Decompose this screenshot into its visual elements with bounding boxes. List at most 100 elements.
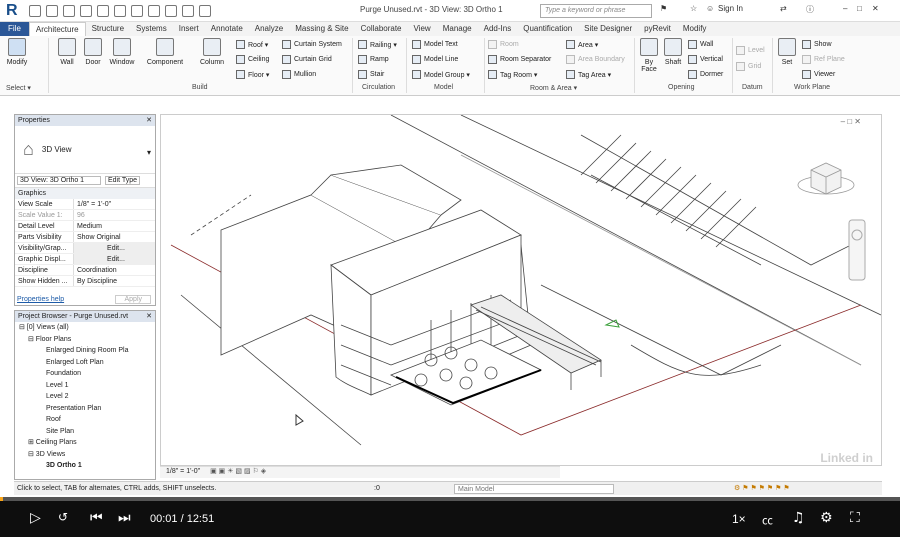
view-scale[interactable]: 1/8" = 1'-0" (166, 468, 200, 475)
close-icon[interactable]: ✕ (872, 4, 879, 13)
viewport-controls[interactable]: – □ ✕ (841, 117, 861, 126)
property-row[interactable]: Show Hidden ... By Discipline (15, 276, 155, 287)
model-line-button[interactable]: Model Line (412, 55, 458, 64)
close-icon[interactable]: ✕ (146, 115, 152, 126)
type-selector[interactable]: ⌂ 3D View ▾ (15, 126, 155, 174)
model-text-button[interactable]: Model Text (412, 40, 458, 49)
component-button[interactable]: Component (143, 38, 187, 66)
tab-site-designer[interactable]: Site Designer (578, 22, 638, 36)
browser-item[interactable]: ⊟ 3D Views (15, 449, 155, 461)
property-value[interactable]: Medium (73, 221, 155, 231)
save-icon[interactable] (46, 4, 58, 17)
star-icon[interactable]: ☆ (690, 4, 697, 13)
browser-item[interactable]: Level 2 (15, 391, 155, 403)
roof-button[interactable]: Roof ▾ (236, 40, 268, 49)
rewind-10-icon[interactable]: ↺ (58, 510, 68, 524)
redo-icon[interactable] (97, 4, 109, 17)
area-button[interactable]: Area ▾ (566, 40, 598, 49)
close-hidden-icon[interactable] (199, 4, 211, 17)
curtain-grid-button[interactable]: Curtain Grid (282, 55, 332, 64)
browser-item[interactable]: Level 1 (15, 380, 155, 392)
door-button[interactable]: Door (82, 38, 104, 66)
grid-button[interactable]: Grid (736, 62, 761, 71)
play-icon[interactable]: ▷ (30, 510, 41, 526)
view-control-icons[interactable]: ▣ ▣ ☀ ▧ ▨ ⚐ ◈ (210, 468, 266, 475)
instance-selector[interactable]: 3D View: 3D Ortho 1 (17, 176, 101, 185)
tab-modify[interactable]: Modify (677, 22, 713, 36)
property-row[interactable]: Graphic Displ... Edit... (15, 254, 155, 265)
volume-icon[interactable]: ♫ (792, 510, 805, 526)
column-button[interactable]: Column (196, 38, 228, 66)
stair-button[interactable]: Stair (358, 70, 384, 79)
open-icon[interactable] (29, 4, 41, 17)
ramp-button[interactable]: Ramp (358, 55, 389, 64)
browser-item[interactable]: Foundation (15, 368, 155, 380)
set-work-plane-button[interactable]: Set (776, 38, 798, 66)
fullscreen-icon[interactable]: ⛶ (850, 510, 860, 526)
modify-button[interactable]: Modify (4, 38, 30, 66)
thin-lines-icon[interactable] (182, 4, 194, 17)
tab-annotate[interactable]: Annotate (205, 22, 249, 36)
captions-icon[interactable]: ㏄ (762, 512, 773, 528)
close-icon[interactable]: ✕ (146, 311, 152, 322)
property-row[interactable]: Detail Level Medium (15, 221, 155, 232)
room-separator-button[interactable]: Room Separator (488, 55, 551, 64)
level-button[interactable]: Level (736, 46, 765, 55)
browser-item[interactable]: Presentation Plan (15, 403, 155, 415)
navigation-bar[interactable] (848, 219, 866, 281)
previous-icon[interactable]: ⏮ (90, 510, 103, 526)
property-row[interactable]: Discipline Coordination (15, 265, 155, 276)
measure-icon[interactable] (131, 4, 143, 17)
graphics-group-header[interactable]: Graphics (15, 188, 155, 199)
mullion-button[interactable]: Mullion (282, 70, 316, 79)
room-area-panel-label[interactable]: Room & Area ▾ (530, 84, 577, 92)
properties-help-link[interactable]: Properties help (17, 296, 64, 303)
tab-quantification[interactable]: Quantification (517, 22, 578, 36)
curtain-system-button[interactable]: Curtain System (282, 40, 342, 49)
property-row[interactable]: Scale Value 1: 96 (15, 210, 155, 221)
model-group-button[interactable]: Model Group ▾ (412, 70, 470, 79)
user-icon[interactable]: ☺ (706, 4, 714, 13)
railing-button[interactable]: Railing ▾ (358, 40, 397, 49)
tab-add-ins[interactable]: Add-Ins (478, 22, 518, 36)
show-work-plane-button[interactable]: Show (802, 40, 832, 49)
property-row[interactable]: View Scale 1/8" = 1'-0" (15, 199, 155, 210)
property-row[interactable]: Visibility/Grap... Edit... (15, 243, 155, 254)
tab-systems[interactable]: Systems (130, 22, 173, 36)
exchange-icon[interactable]: ⇄ (780, 4, 787, 13)
undo-icon[interactable] (80, 4, 92, 17)
tab-view[interactable]: View (408, 22, 437, 36)
tab-pyrevit[interactable]: pyRevit (638, 22, 677, 36)
restore-icon[interactable]: □ (857, 4, 862, 13)
tag-area-button[interactable]: Tag Area ▾ (566, 70, 611, 79)
browser-item[interactable]: ⊞ Ceiling Plans (15, 437, 155, 449)
viewcube[interactable] (797, 162, 855, 195)
settings-icon[interactable]: ⚙ (820, 510, 833, 526)
property-value[interactable]: 96 (73, 210, 155, 220)
wall-opening-button[interactable]: Wall (688, 40, 713, 49)
revit-logo-icon[interactable]: R (6, 2, 24, 20)
shaft-button[interactable]: Shaft (662, 38, 684, 66)
print-icon[interactable] (114, 4, 126, 17)
tab-architecture[interactable]: Architecture (28, 22, 86, 36)
design-option-select[interactable]: Main Model (454, 484, 614, 494)
property-value[interactable]: By Discipline (73, 276, 155, 286)
window-button[interactable]: Window (106, 38, 138, 66)
floor-button[interactable]: Floor ▾ (236, 70, 269, 79)
room-button[interactable]: Room (488, 40, 519, 49)
browser-item[interactable]: Site Plan (15, 426, 155, 438)
next-icon[interactable]: ⏭ (118, 510, 131, 526)
tab-structure[interactable]: Structure (86, 22, 130, 36)
ref-plane-button[interactable]: Ref Plane (802, 55, 845, 64)
binoculars-icon[interactable]: ⚑ (660, 4, 667, 13)
browser-item[interactable]: Roof (15, 414, 155, 426)
browser-item[interactable]: 3D Ortho 1 (15, 460, 155, 472)
ceiling-button[interactable]: Ceiling (236, 55, 269, 64)
area-boundary-button[interactable]: Area Boundary (566, 55, 625, 64)
property-value[interactable]: 1/8" = 1'-0" (73, 199, 155, 209)
wall-button[interactable]: Wall (56, 38, 78, 66)
text-icon[interactable] (148, 4, 160, 17)
edit-type-button[interactable]: Edit Type (105, 176, 141, 185)
viewer-button[interactable]: Viewer (802, 70, 835, 79)
browser-item[interactable]: ⊟ Floor Plans (15, 334, 155, 346)
